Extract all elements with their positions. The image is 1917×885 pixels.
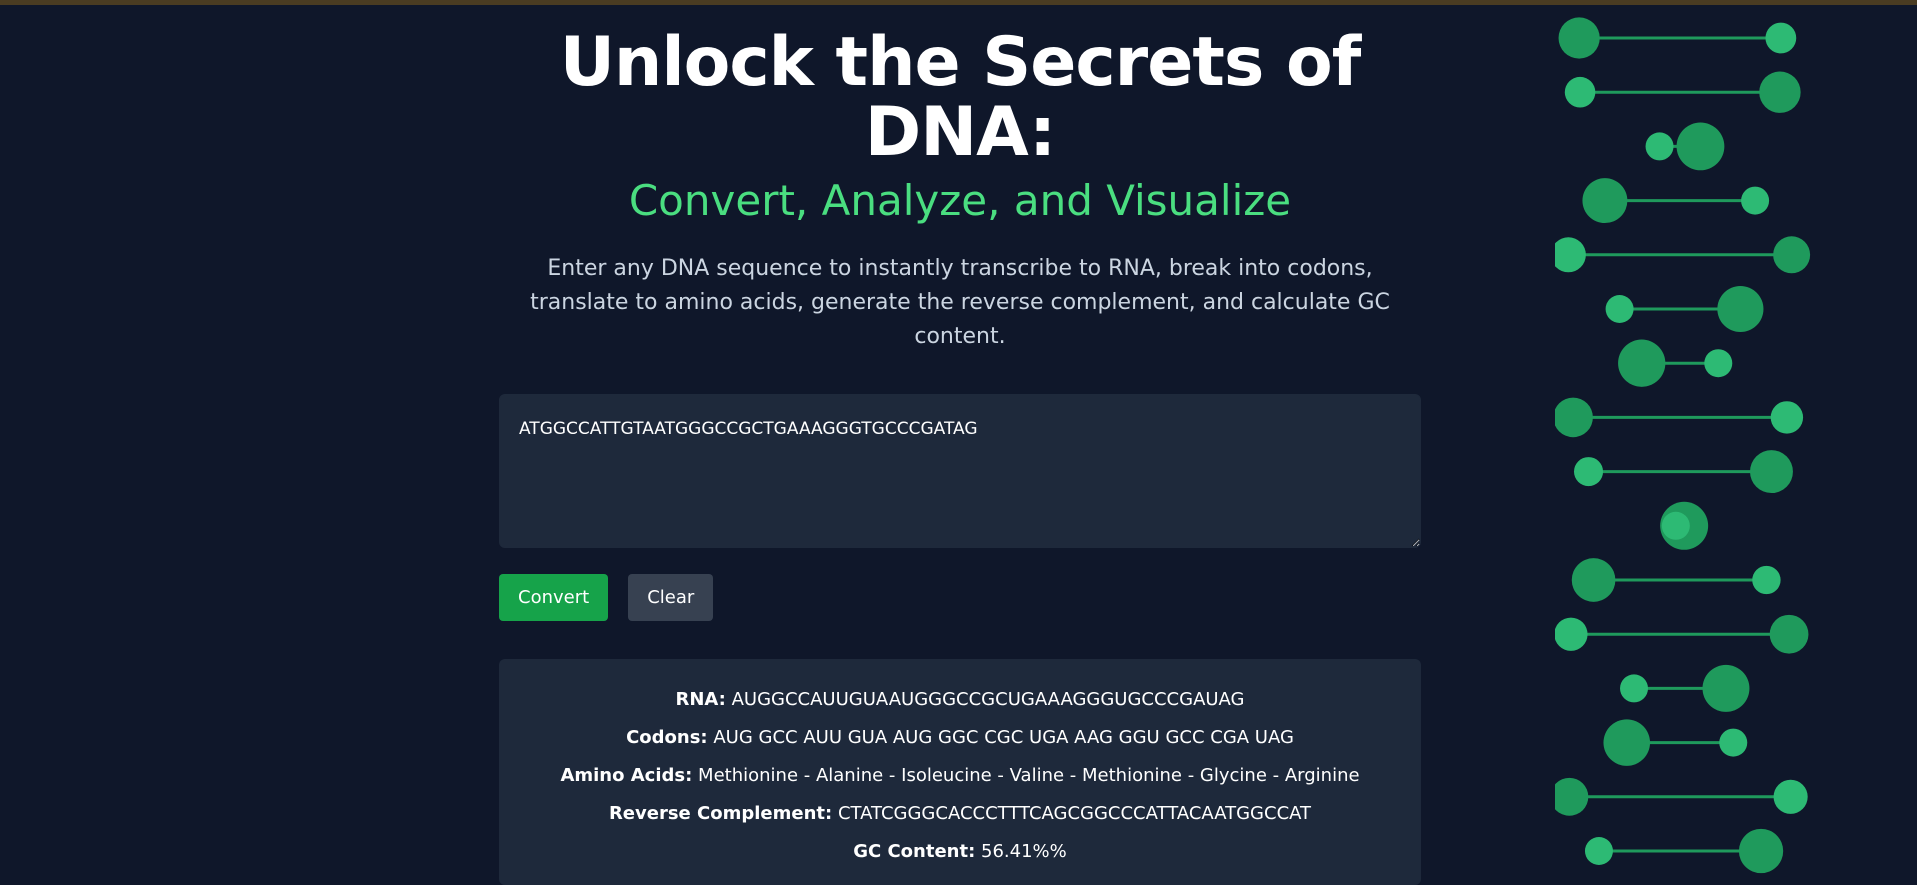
result-reverse-complement-value: CTATCGGGCACCCTTTCAGCGGCCCATTACAATGGCCAT xyxy=(837,803,1312,824)
helix-node xyxy=(1741,186,1770,215)
helix-node xyxy=(1603,719,1651,766)
result-gc-content-label: GC Content: xyxy=(853,841,976,862)
helix-node xyxy=(1661,511,1690,540)
result-reverse-complement: Reverse Complement: CTATCGGGCACCCTTTCAGC… xyxy=(509,795,1411,833)
helix-node xyxy=(1555,777,1589,816)
helix-node xyxy=(1704,349,1733,378)
helix-rung xyxy=(1620,664,1750,712)
main-content: Unlock the Secrets of DNA: Convert, Anal… xyxy=(499,28,1421,885)
page-title-line-2: DNA: xyxy=(864,93,1056,172)
helix-node xyxy=(1555,397,1593,438)
helix-node xyxy=(1769,614,1809,654)
result-codons: Codons: AUG GCC AUU GUA AUG GGC CGC UGA … xyxy=(509,719,1411,757)
helix-node xyxy=(1759,71,1801,113)
helix-node xyxy=(1584,837,1613,865)
helix-node xyxy=(1558,17,1600,59)
result-amino-acids-label: Amino Acids: xyxy=(560,765,693,786)
helix-rung xyxy=(1564,71,1801,113)
helix-node xyxy=(1773,779,1808,814)
results-panel: RNA: AUGGCCAUUGUAAUGGGCCGCUGAAAGGGUGCCCG… xyxy=(499,659,1421,885)
sequence-input-wrapper xyxy=(499,394,1421,548)
helix-node xyxy=(1773,236,1811,274)
page-title: Unlock the Secrets of DNA: xyxy=(499,28,1421,168)
helix-node xyxy=(1582,178,1628,224)
helix-node xyxy=(1605,295,1634,323)
helix-node xyxy=(1618,339,1666,387)
action-buttons: Convert Clear xyxy=(499,574,1421,621)
result-amino-acids-value: Methionine - Alanine - Isoleucine - Vali… xyxy=(698,765,1360,786)
result-rna-label: RNA: xyxy=(675,689,726,710)
convert-button[interactable]: Convert xyxy=(499,574,609,621)
helix-rung xyxy=(1603,719,1748,766)
helix-node xyxy=(1555,617,1588,651)
helix-node xyxy=(1620,674,1649,703)
page-subtitle: Convert, Analyze, and Visualize xyxy=(628,176,1292,225)
helix-node xyxy=(1752,565,1781,595)
helix-rung xyxy=(1555,236,1811,274)
helix-node xyxy=(1750,450,1793,494)
result-rna-value: AUGGCCAUUGUAAUGGGCCGCUGAAAGGGUGCCCGAUAG xyxy=(731,689,1245,710)
helix-rung xyxy=(1584,828,1784,874)
helix-node xyxy=(1571,558,1616,602)
result-codons-label: Codons: xyxy=(626,727,708,748)
helix-rung xyxy=(1571,558,1781,602)
helix-node xyxy=(1573,457,1604,487)
helix-rung xyxy=(1582,178,1770,224)
result-reverse-complement-label: Reverse Complement: xyxy=(608,803,833,824)
helix-node xyxy=(1738,828,1784,874)
helix-rung xyxy=(1618,339,1733,387)
helix-node xyxy=(1645,132,1674,161)
helix-rung xyxy=(1558,17,1797,59)
helix-rung xyxy=(1660,501,1709,550)
dna-helix-icon xyxy=(1555,17,1811,874)
helix-rung xyxy=(1555,777,1808,816)
helix-rung xyxy=(1645,122,1725,171)
result-gc-content-value: 56.41%% xyxy=(981,841,1067,862)
helix-node xyxy=(1676,122,1725,171)
result-codons-value: AUG GCC AUU GUA AUG GGC CGC UGA AAG GGU … xyxy=(713,727,1294,748)
helix-node xyxy=(1765,22,1797,54)
helix-node xyxy=(1555,237,1586,273)
helix-node xyxy=(1702,664,1750,712)
helix-node xyxy=(1770,401,1804,434)
page-title-line-1: Unlock the Secrets of xyxy=(559,23,1362,102)
result-rna: RNA: AUGGCCAUUGUAAUGGGCCGCUGAAAGGGUGCCCG… xyxy=(509,681,1411,719)
helix-rung xyxy=(1555,614,1809,654)
result-gc-content: GC Content: 56.41%% xyxy=(509,833,1411,871)
dna-sequence-input[interactable] xyxy=(499,394,1421,548)
clear-button[interactable]: Clear xyxy=(628,574,714,621)
helix-node xyxy=(1564,76,1596,108)
helix-rung xyxy=(1555,397,1804,438)
result-amino-acids: Amino Acids: Methionine - Alanine - Isol… xyxy=(509,757,1411,795)
helix-rung xyxy=(1605,285,1764,333)
helix-node xyxy=(1719,728,1748,757)
page-description: Enter any DNA sequence to instantly tran… xyxy=(530,256,1390,349)
helix-rung xyxy=(1573,450,1793,494)
helix-node xyxy=(1717,285,1764,333)
